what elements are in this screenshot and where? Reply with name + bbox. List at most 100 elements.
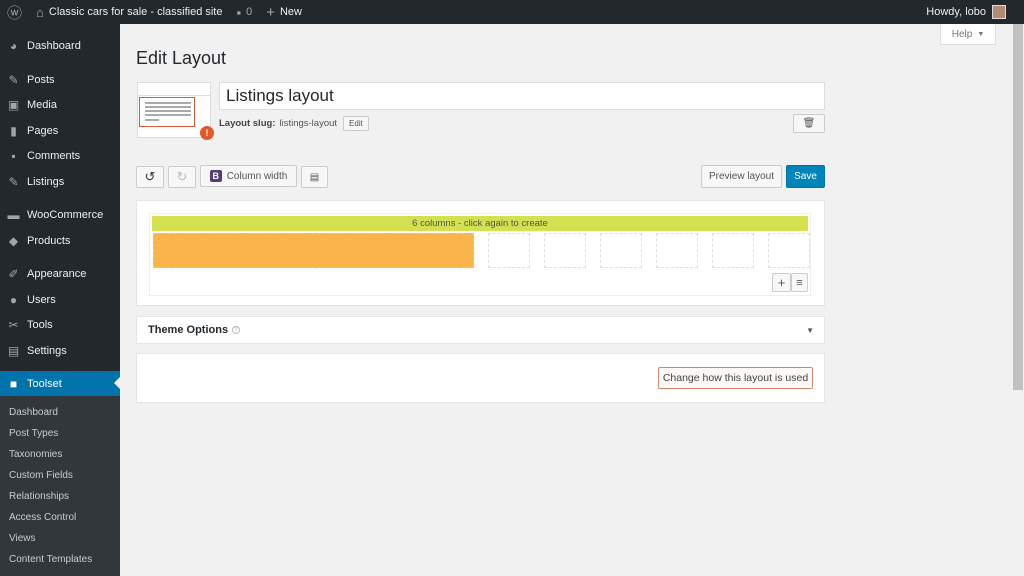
sidebar-item-users[interactable]: ● Users bbox=[0, 287, 120, 312]
column-hint-bar[interactable]: 6 columns - click again to create bbox=[152, 216, 808, 231]
undo-icon: ↺ bbox=[144, 169, 156, 184]
comments-link[interactable]: ▪ 0 bbox=[229, 0, 259, 24]
toolset-submenu: Dashboard Post Types Taxonomies Custom F… bbox=[0, 396, 120, 576]
label: Posts bbox=[27, 73, 55, 86]
sidebar-item-comments[interactable]: ▪ Comments bbox=[0, 143, 120, 168]
sidebar-item-posts[interactable]: ✎ Posts bbox=[0, 67, 120, 92]
sidebar-item-woocommerce[interactable]: ▬ WooCommerce bbox=[0, 202, 120, 227]
empty-column[interactable] bbox=[656, 233, 698, 268]
sidebar-item-pages[interactable]: ▮ Pages bbox=[0, 118, 120, 143]
submenu-post-types[interactable]: Post Types bbox=[9, 428, 58, 439]
submenu-access-control[interactable]: Access Control bbox=[9, 512, 76, 523]
sidebar-item-settings[interactable]: ▤ Settings bbox=[0, 338, 120, 363]
empty-column[interactable] bbox=[712, 233, 754, 268]
sidebar-item-appearance[interactable]: ✐ Appearance bbox=[0, 261, 120, 286]
slug-label: Layout slug: bbox=[219, 118, 276, 129]
label: Toolset bbox=[27, 377, 62, 390]
submenu-views[interactable]: Views bbox=[9, 533, 36, 544]
layout-usage-panel: Change how this layout is used bbox=[136, 353, 825, 403]
caret-down-icon[interactable]: ▼ bbox=[806, 326, 814, 335]
comment-icon: ▪ bbox=[236, 4, 242, 20]
scrollbar[interactable] bbox=[1012, 24, 1024, 576]
layout-grid-editor: 6 columns - click again to create + ≡ bbox=[136, 200, 825, 306]
sidebar-item-products[interactable]: ◆ Products bbox=[0, 228, 120, 253]
preview-layout-button[interactable]: Preview layout bbox=[701, 165, 782, 188]
menu-icon: ≡ bbox=[796, 276, 803, 289]
scrollbar-thumb[interactable] bbox=[1013, 24, 1023, 390]
plus-icon: + bbox=[777, 275, 786, 290]
css-editor-button[interactable]: ▤ bbox=[301, 166, 328, 188]
sidebar-item-listings[interactable]: ✎ Listings bbox=[0, 169, 120, 194]
sidebar-item-media[interactable]: ▣ Media bbox=[0, 92, 120, 117]
label: Settings bbox=[27, 344, 67, 357]
sidebar-item-toolset[interactable]: ■ Toolset bbox=[0, 371, 120, 396]
bootstrap-icon: B bbox=[209, 170, 222, 182]
caret-down-icon: ▼ bbox=[977, 30, 985, 38]
pages-icon: ▮ bbox=[10, 123, 17, 138]
submenu-content-templates[interactable]: Content Templates bbox=[9, 554, 92, 565]
help-icon[interactable]: ? bbox=[232, 326, 241, 334]
change-usage-button[interactable]: Change how this layout is used bbox=[658, 367, 813, 389]
document-icon: ▤ bbox=[309, 171, 320, 183]
label: Dashboard bbox=[27, 39, 81, 52]
home-icon: ⌂ bbox=[36, 4, 44, 20]
pin-icon: ✎ bbox=[8, 174, 19, 189]
brush-icon: ✐ bbox=[8, 266, 19, 281]
woocommerce-icon: ▬ bbox=[7, 207, 20, 222]
layout-row: 6 columns - click again to create + ≡ bbox=[149, 213, 811, 296]
page-title: Edit Layout bbox=[136, 48, 227, 68]
sidebar-item-dashboard[interactable]: ◕ Dashboard bbox=[0, 33, 120, 58]
comments-count: 0 bbox=[246, 6, 253, 18]
redo-button[interactable]: ↻ bbox=[168, 166, 196, 188]
label: WooCommerce bbox=[27, 208, 104, 221]
wordpress-logo-icon[interactable]: ⓦ bbox=[0, 0, 29, 24]
label: Comments bbox=[27, 149, 81, 162]
settings-icon: ▤ bbox=[7, 343, 20, 358]
label: Media bbox=[27, 98, 57, 111]
column-width-button[interactable]: B Column width bbox=[200, 165, 297, 187]
undo-button[interactable]: ↺ bbox=[136, 166, 164, 188]
submenu-custom-fields[interactable]: Custom Fields bbox=[9, 470, 73, 481]
layout-slug: Layout slug: listings-layout Edit bbox=[219, 116, 369, 131]
empty-column[interactable] bbox=[768, 233, 810, 268]
new-label: New bbox=[279, 6, 302, 18]
toolset-icon: ■ bbox=[9, 376, 18, 391]
dashboard-icon: ◕ bbox=[9, 38, 18, 53]
site-name-link[interactable]: ⌂ Classic cars for sale - classified site bbox=[29, 0, 229, 24]
new-link[interactable]: + New bbox=[259, 0, 309, 24]
add-row-button[interactable]: + bbox=[772, 273, 791, 292]
pin-icon: ✎ bbox=[8, 72, 19, 87]
label: Products bbox=[27, 234, 71, 247]
sidebar-item-tools[interactable]: ✂ Tools bbox=[0, 312, 120, 337]
save-button[interactable]: Save bbox=[786, 165, 825, 188]
empty-column[interactable] bbox=[488, 233, 530, 268]
label: Tools bbox=[27, 318, 53, 331]
empty-column[interactable] bbox=[600, 233, 642, 268]
submenu-dashboard[interactable]: Dashboard bbox=[9, 407, 58, 418]
box-icon: ◆ bbox=[8, 233, 19, 248]
label: Appearance bbox=[27, 267, 87, 280]
row-menu-button[interactable]: ≡ bbox=[791, 273, 808, 292]
submenu-taxonomies[interactable]: Taxonomies bbox=[9, 449, 62, 460]
label: Pages bbox=[27, 124, 59, 137]
slug-value: listings-layout bbox=[279, 118, 338, 129]
account-menu[interactable]: Howdy, lobo bbox=[926, 0, 1006, 24]
admin-sidebar: ◕ Dashboard ✎ Posts ▣ Media ▮ Pages ▪ Comment… bbox=[0, 24, 120, 576]
label: Users bbox=[27, 293, 56, 306]
trash-button[interactable]: 🗑 bbox=[793, 114, 825, 133]
main-content: Help ▼ Edit Layout ! Listings layout Layo… bbox=[120, 24, 1012, 576]
media-icon: ▣ bbox=[7, 97, 20, 112]
empty-column[interactable] bbox=[544, 233, 586, 268]
submenu-relationships[interactable]: Relationships bbox=[9, 491, 69, 502]
admin-bar: ⓦ ⌂ Classic cars for sale - classified si… bbox=[0, 0, 1024, 24]
selected-columns[interactable] bbox=[153, 233, 474, 268]
redo-icon: ↻ bbox=[176, 169, 188, 184]
warning-icon[interactable]: ! bbox=[200, 126, 214, 140]
label: Listings bbox=[27, 175, 65, 188]
layout-title-input[interactable]: Listings layout bbox=[219, 82, 825, 110]
help-tab[interactable]: Help ▼ bbox=[940, 24, 996, 45]
theme-options-panel[interactable]: Theme Options? ▼ bbox=[136, 316, 825, 344]
help-label: Help bbox=[951, 28, 973, 40]
edit-slug-button[interactable]: Edit bbox=[343, 116, 369, 131]
howdy-text: Howdy, lobo bbox=[926, 6, 986, 18]
